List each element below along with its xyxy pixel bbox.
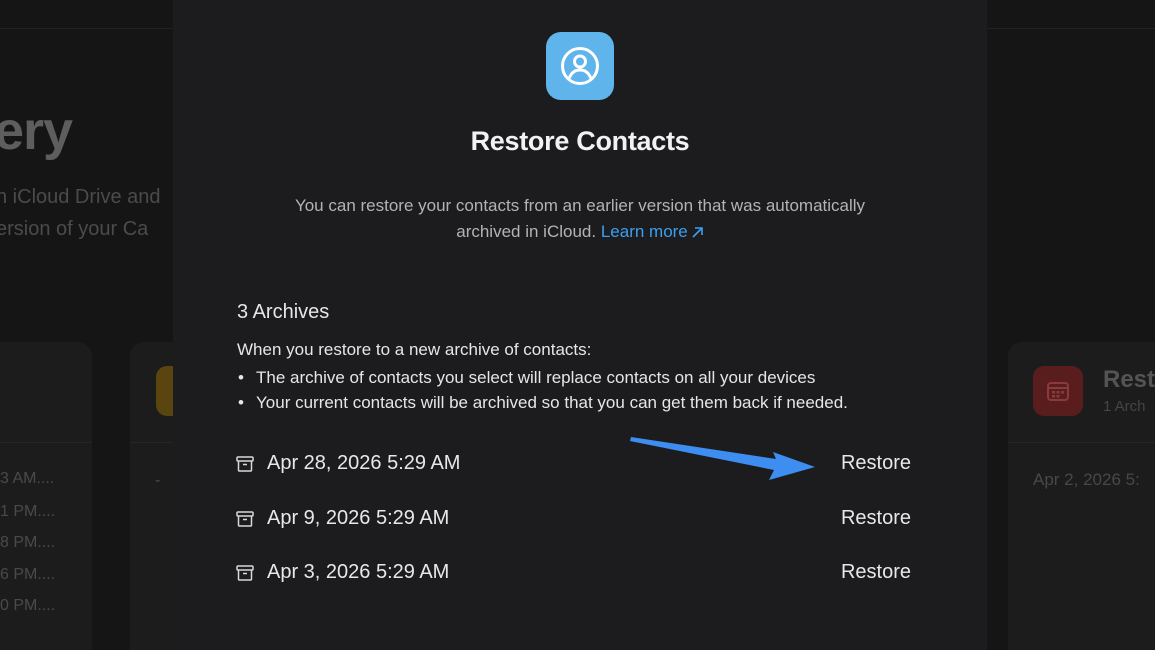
archive-box-icon (236, 456, 254, 472)
calendar-icon (1033, 366, 1083, 416)
background-time-3: 8 PM.... (0, 534, 56, 551)
background-dash: - (155, 472, 161, 489)
person-circle-icon (561, 47, 599, 85)
contacts-app-icon (546, 32, 614, 100)
page: ery h iCloud Drive and ersion of your Ca… (0, 0, 1155, 650)
dialog-title: Restore Contacts (470, 126, 690, 156)
background-card-calendar: Rest 1 Arch Apr 2, 2026 5: (1008, 342, 1155, 650)
restore-button-1[interactable]: Restore (841, 452, 911, 475)
arrow-up-right-icon (692, 227, 703, 238)
background-card-divider (0, 442, 92, 443)
archive-box-icon (236, 565, 254, 581)
restore-button-2[interactable]: Restore (841, 507, 911, 530)
background-description-line-1: h iCloud Drive and (0, 186, 161, 208)
archive-box-icon (236, 511, 254, 527)
background-page-title: ery (0, 101, 73, 161)
dialog-description-line-1: You can restore your contacts from an ea… (294, 196, 866, 215)
background-time-2: 1 PM.... (0, 503, 56, 520)
background-card-subtitle: 1 Arch (1103, 398, 1146, 415)
dialog-description-line-2-text: archived in iCloud. (456, 222, 597, 241)
restore-info-intro: When you restore to a new archive of con… (237, 340, 592, 359)
learn-more-label: Learn more (600, 222, 688, 241)
archive-date: Apr 3, 2026 5:29 AM (267, 561, 450, 583)
restore-contacts-dialog: Restore Contacts You can restore your co… (173, 0, 987, 650)
background-card-title: Rest (1103, 366, 1155, 393)
archive-date: Apr 9, 2026 5:29 AM (267, 507, 450, 529)
restore-info-list: The archive of contacts you select will … (237, 365, 848, 415)
background-card-divider (1008, 442, 1155, 443)
restore-info-bullet-1: The archive of contacts you select will … (237, 365, 848, 390)
background-time-5: 0 PM.... (0, 597, 56, 614)
archive-row-3: Apr 3, 2026 5:29 AM Restore (235, 556, 925, 592)
background-description-line-2: ersion of your Ca (0, 218, 149, 240)
dialog-description: You can restore your contacts from an ea… (173, 193, 987, 245)
archive-date: Apr 28, 2026 5:29 AM (267, 452, 461, 474)
background-time-4: 6 PM.... (0, 566, 56, 583)
background-time-1: 3 AM.... (0, 470, 55, 487)
restore-info-bullet-2: Your current contacts will be archived s… (237, 390, 848, 415)
dialog-description-line-2: archived in iCloud. Learn more (173, 219, 987, 245)
archives-count: 3 Archives (237, 301, 330, 323)
restore-button-3[interactable]: Restore (841, 561, 911, 584)
learn-more-link[interactable]: Learn more (601, 222, 704, 241)
archive-row-2: Apr 9, 2026 5:29 AM Restore (235, 502, 925, 538)
annotation-arrow-icon (630, 437, 815, 480)
background-card-date: Apr 2, 2026 5: (1033, 470, 1140, 489)
